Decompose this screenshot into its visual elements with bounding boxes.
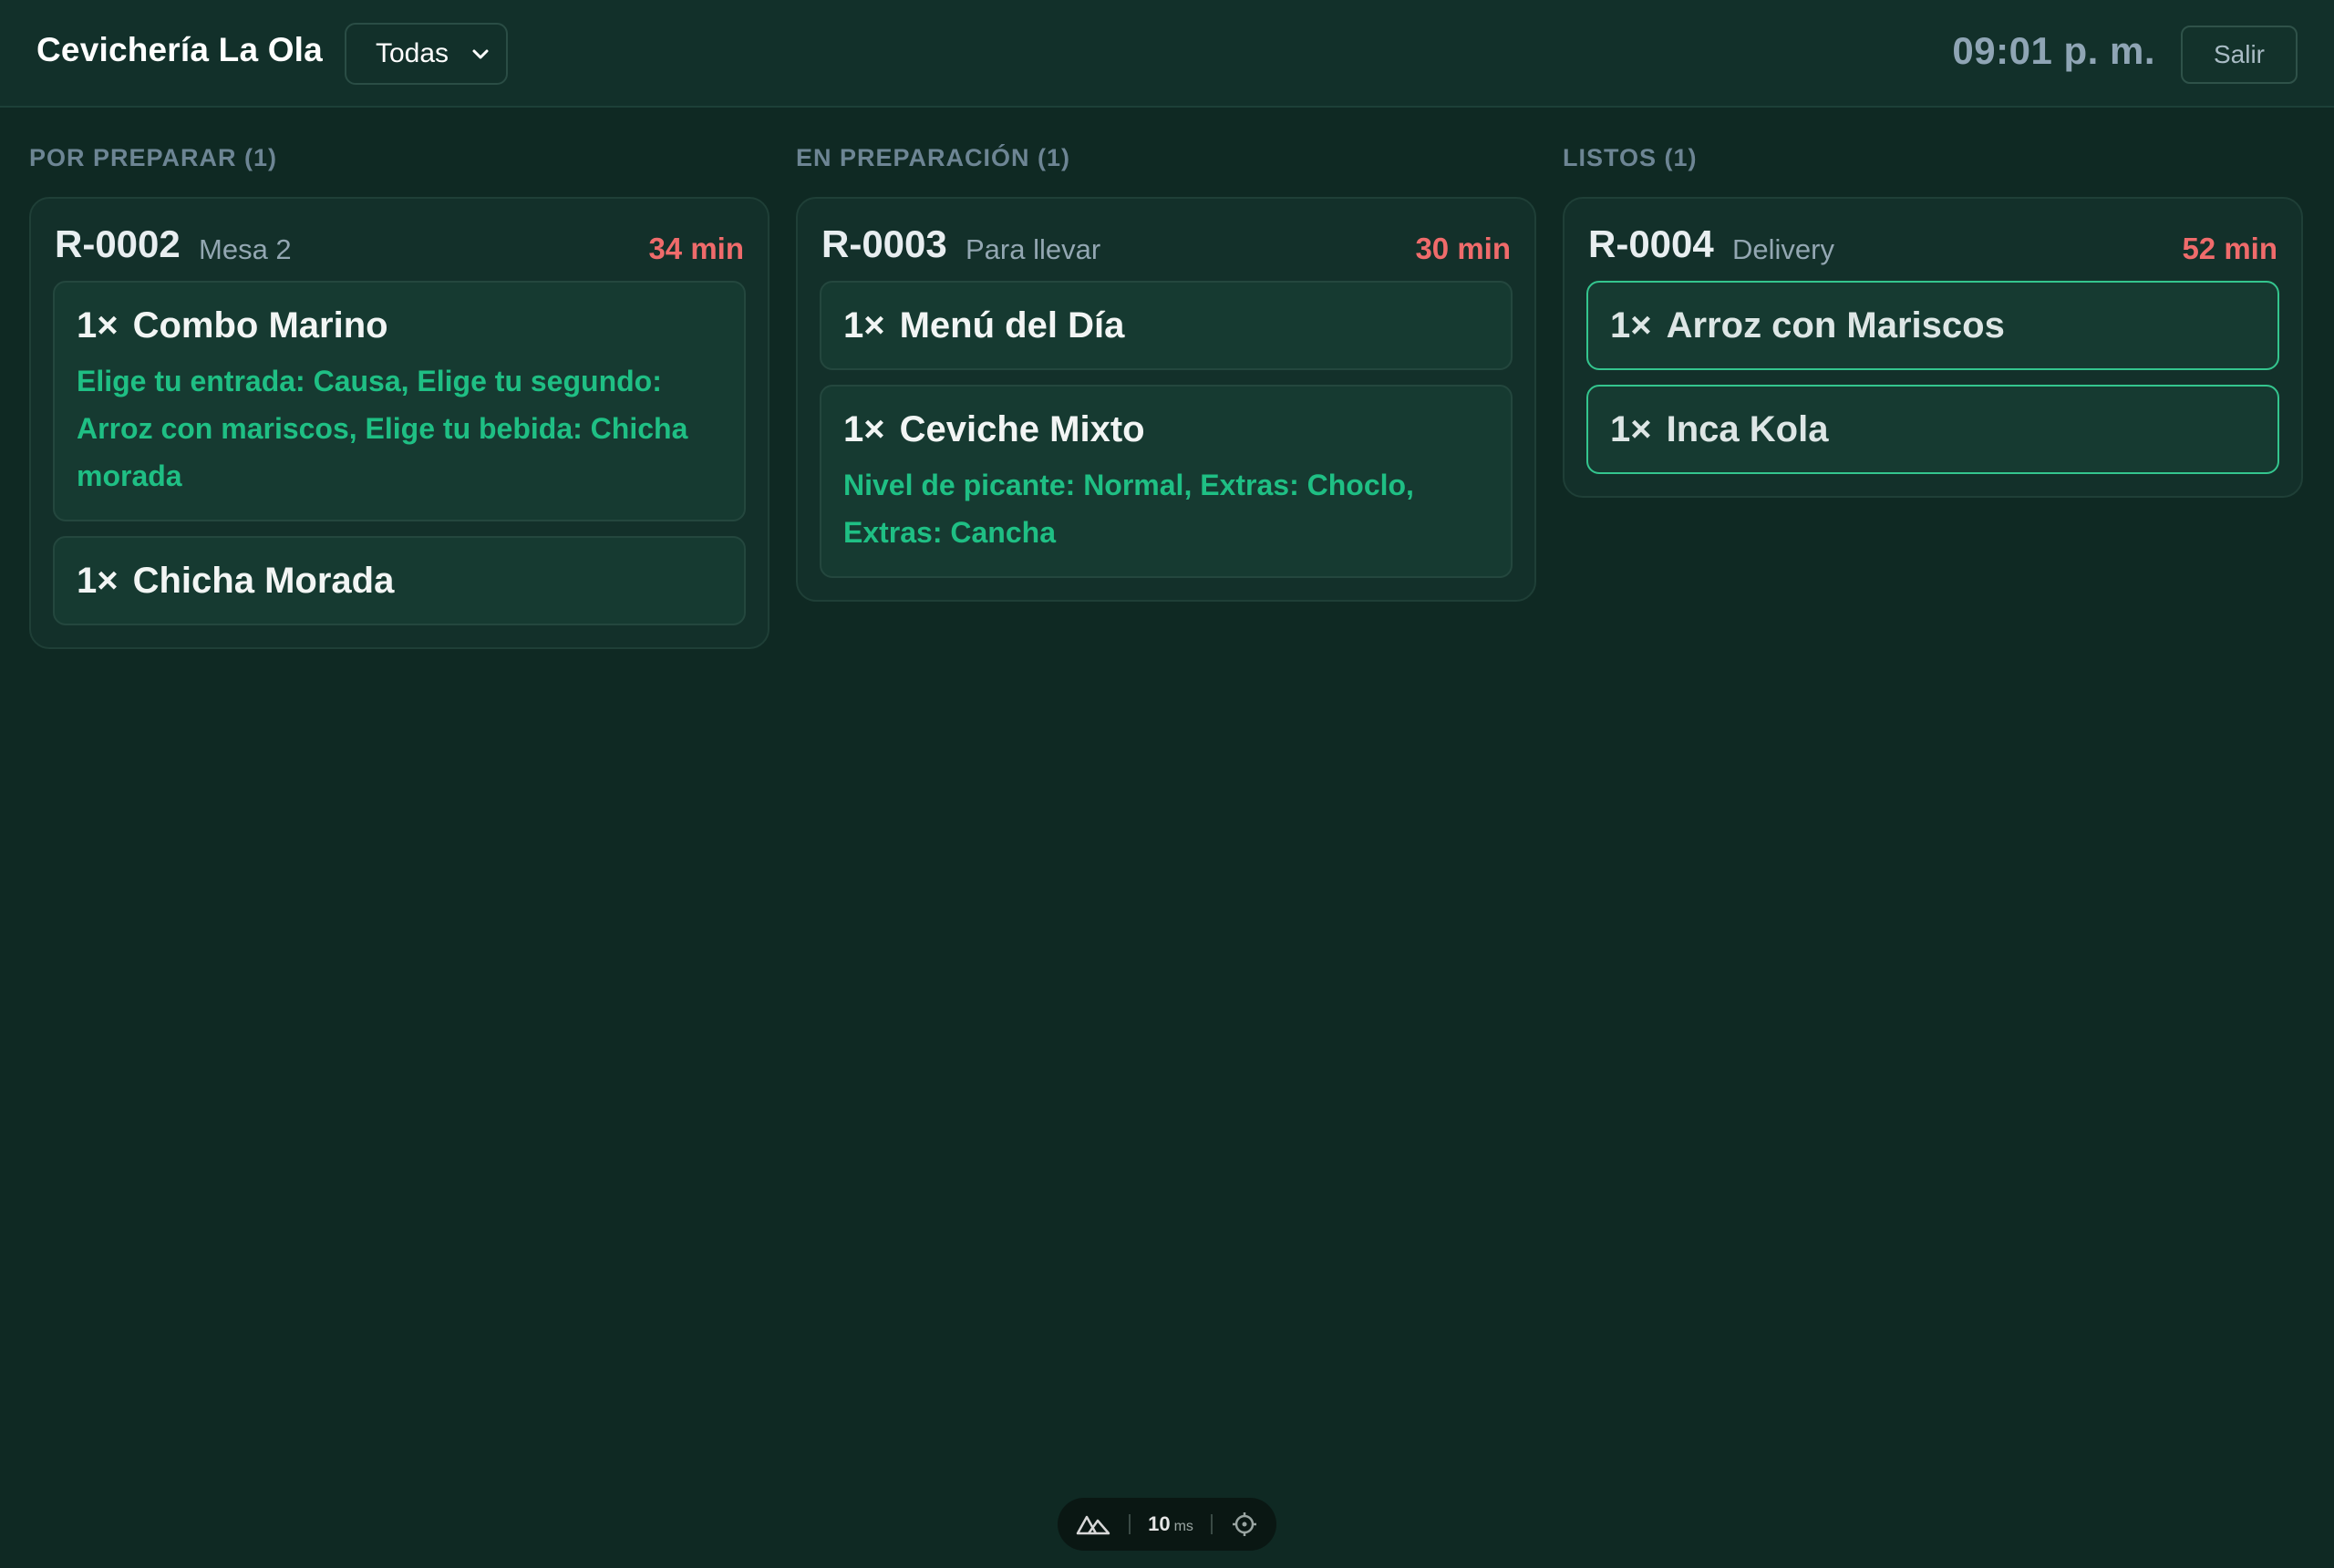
restaurant-name: Cevichería La Ola xyxy=(36,31,323,68)
top-bar: Cevichería La Ola Todas 09:01 p. m. Sali… xyxy=(0,0,2334,108)
order-type: Para llevar xyxy=(966,233,1101,265)
item-line: 1× Chicha Morada xyxy=(77,558,722,603)
item-name: Arroz con Mariscos xyxy=(1666,305,2005,346)
chevron-down-icon xyxy=(472,49,489,59)
order-item[interactable]: 1× Arroz con Mariscos xyxy=(1586,281,2279,370)
item-name: Chicha Morada xyxy=(132,561,395,601)
item-name: Combo Marino xyxy=(132,305,388,346)
item-name: Ceviche Mixto xyxy=(899,409,1145,449)
order-header: R-0002 Mesa 2 34 min xyxy=(53,221,746,272)
dev-toolbar: 10 ms xyxy=(1058,1498,1276,1551)
order-item[interactable]: 1× Inca Kola xyxy=(1586,385,2279,474)
clock: 09:01 p. m. xyxy=(1952,29,2155,72)
order-type: Mesa 2 xyxy=(199,233,292,265)
item-modifiers: Elige tu entrada: Causa, Elige tu segund… xyxy=(77,365,688,492)
divider xyxy=(1211,1514,1213,1534)
column-ready: LISTOS (1) R-0004 Delivery 52 min 1× Arro… xyxy=(1563,137,2303,498)
item-quantity: 1× xyxy=(77,561,119,601)
order-header: R-0003 Para llevar 30 min xyxy=(820,221,1513,272)
order-header: R-0004 Delivery 52 min xyxy=(1586,221,2279,272)
column-in-progress: EN PREPARACIÓN (1) R-0003 Para llevar 30… xyxy=(796,137,1536,602)
order-item[interactable]: 1× Chicha Morada xyxy=(53,536,746,625)
item-line: 1× Combo Marino xyxy=(77,303,722,348)
order-id: R-0002 xyxy=(55,222,181,265)
item-quantity: 1× xyxy=(77,305,119,346)
order-card: R-0003 Para llevar 30 min 1× Menú del Día… xyxy=(796,197,1536,602)
column-title: EN PREPARACIÓN (1) xyxy=(796,144,1071,171)
nuxt-logo-icon[interactable] xyxy=(1076,1513,1110,1535)
item-quantity: 1× xyxy=(1610,305,1652,346)
item-name: Menú del Día xyxy=(899,305,1125,346)
item-line: 1× Inca Kola xyxy=(1610,407,2256,452)
item-line: 1× Arroz con Mariscos xyxy=(1610,303,2256,348)
crosshair-icon[interactable] xyxy=(1231,1511,1258,1538)
item-quantity: 1× xyxy=(843,305,885,346)
station-filter-value: Todas xyxy=(376,38,449,68)
item-line: 1× Menú del Día xyxy=(843,303,1489,348)
order-item[interactable]: 1× Combo Marino Elige tu entrada: Causa, … xyxy=(53,281,746,521)
order-elapsed-time: 30 min xyxy=(1415,232,1511,265)
logout-button[interactable]: Salir xyxy=(2181,26,2298,84)
order-elapsed-time: 34 min xyxy=(648,232,744,265)
order-elapsed-time: 52 min xyxy=(2182,232,2277,265)
divider xyxy=(1128,1514,1131,1534)
item-line: 1× Ceviche Mixto xyxy=(843,407,1489,452)
station-filter-select[interactable]: Todas xyxy=(345,23,508,85)
column-title: POR PREPARAR (1) xyxy=(29,144,278,171)
render-time-value: 10 xyxy=(1148,1512,1171,1535)
order-card: R-0004 Delivery 52 min 1× Arroz con Maris… xyxy=(1563,197,2303,498)
render-time: 10 ms xyxy=(1148,1512,1193,1536)
order-id: R-0004 xyxy=(1588,222,1714,265)
order-card: R-0002 Mesa 2 34 min 1× Combo Marino Elig… xyxy=(29,197,769,649)
item-modifiers: Nivel de picante: Normal, Extras: Choclo… xyxy=(843,469,1414,549)
render-time-unit: ms xyxy=(1173,1519,1193,1534)
item-quantity: 1× xyxy=(843,409,885,449)
column-pending: POR PREPARAR (1) R-0002 Mesa 2 34 min 1×… xyxy=(29,137,769,649)
order-type: Delivery xyxy=(1732,233,1834,265)
order-id: R-0003 xyxy=(821,222,947,265)
order-item[interactable]: 1× Ceviche Mixto Nivel de picante: Normal… xyxy=(820,385,1513,578)
order-item[interactable]: 1× Menú del Día xyxy=(820,281,1513,370)
item-quantity: 1× xyxy=(1610,409,1652,449)
column-title: LISTOS (1) xyxy=(1563,144,1698,171)
item-name: Inca Kola xyxy=(1666,409,1829,449)
